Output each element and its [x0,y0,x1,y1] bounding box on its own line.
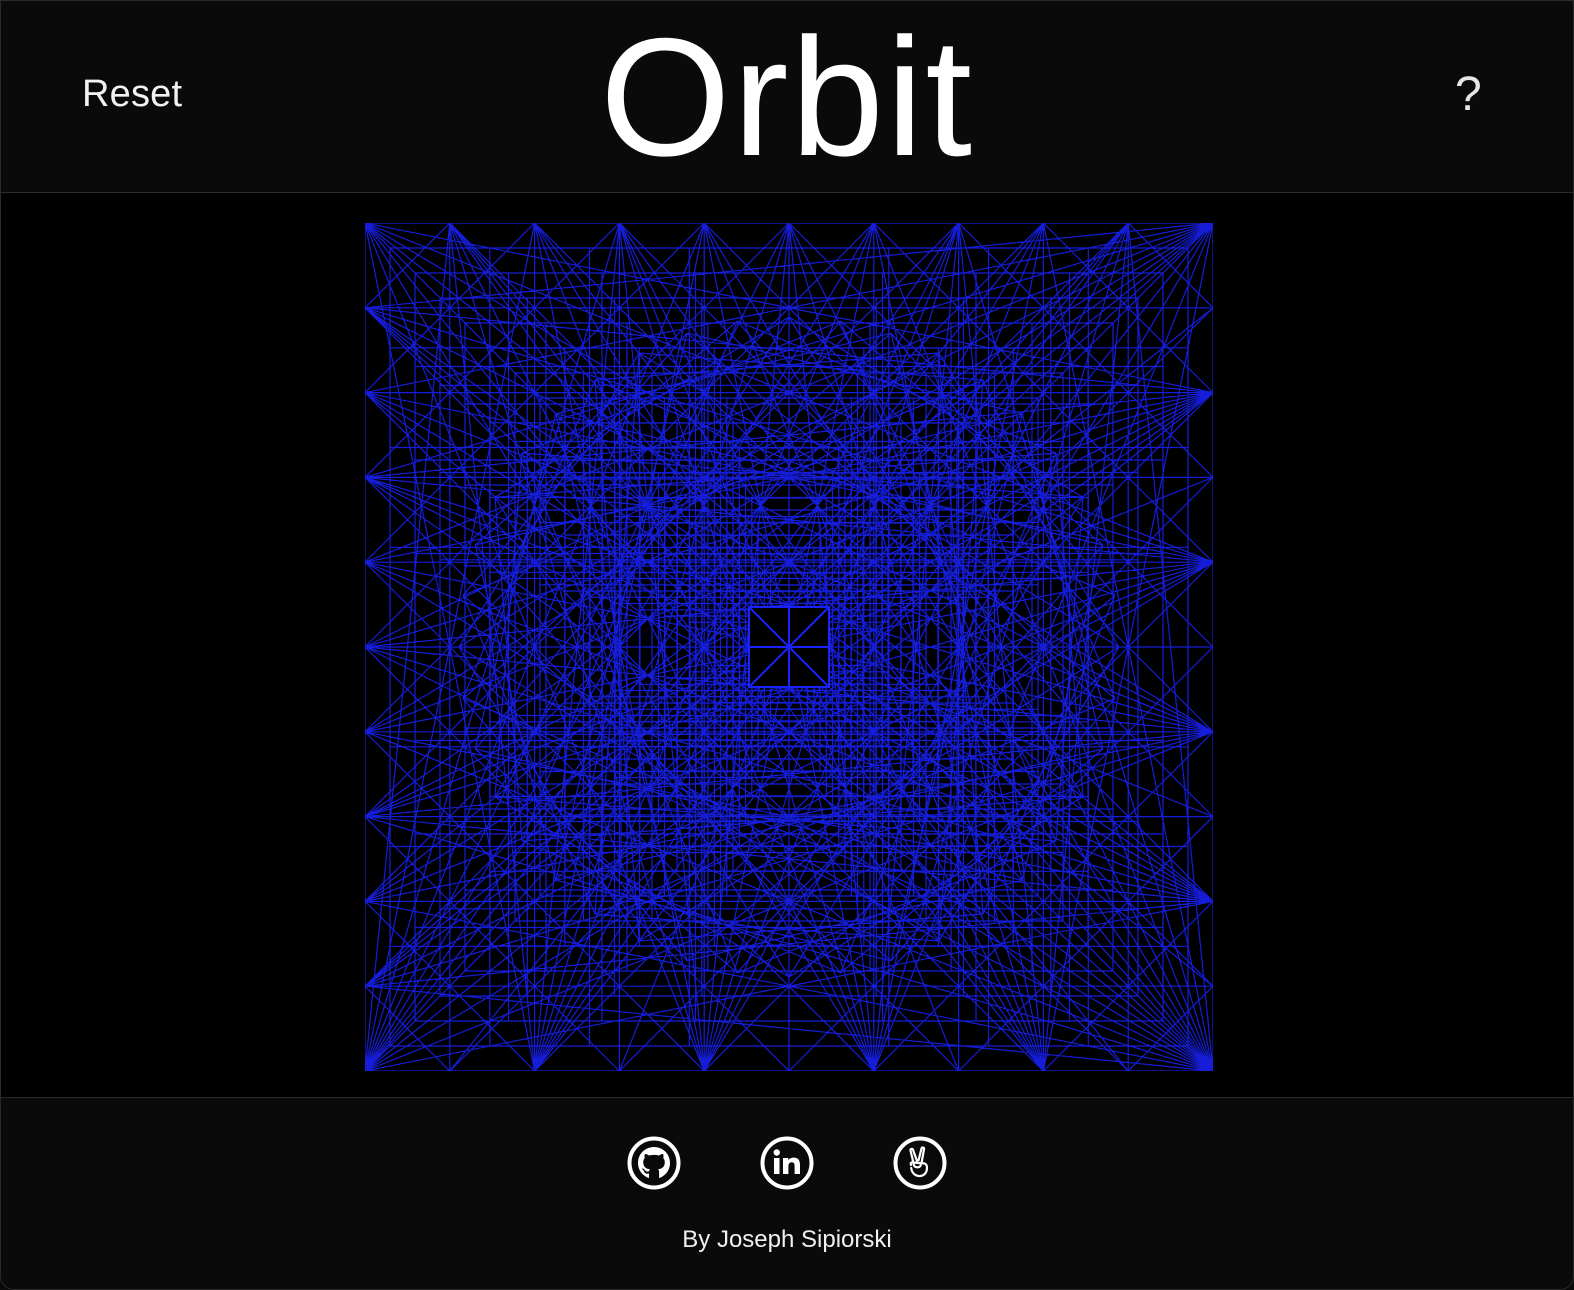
linkedin-link[interactable] [760,1136,814,1190]
visualization-area [1,193,1573,1097]
help-button[interactable]: ? [1455,67,1482,122]
author-credit: By Joseph Sipiorski [682,1226,892,1253]
orbit-canvas[interactable] [365,223,1213,1071]
footer: By Joseph Sipiorski [1,1097,1573,1289]
header: Reset Orbit ? [1,1,1573,193]
linkedin-icon [760,1136,814,1190]
github-link[interactable] [627,1136,681,1190]
app-frame: Reset Orbit ? By Joseph Sipiorski [0,0,1574,1290]
github-icon [627,1136,681,1190]
page-title: Orbit [599,3,975,191]
orbit-center-lines [748,606,830,688]
angellist-icon [893,1136,947,1190]
angellist-link[interactable] [893,1136,947,1190]
